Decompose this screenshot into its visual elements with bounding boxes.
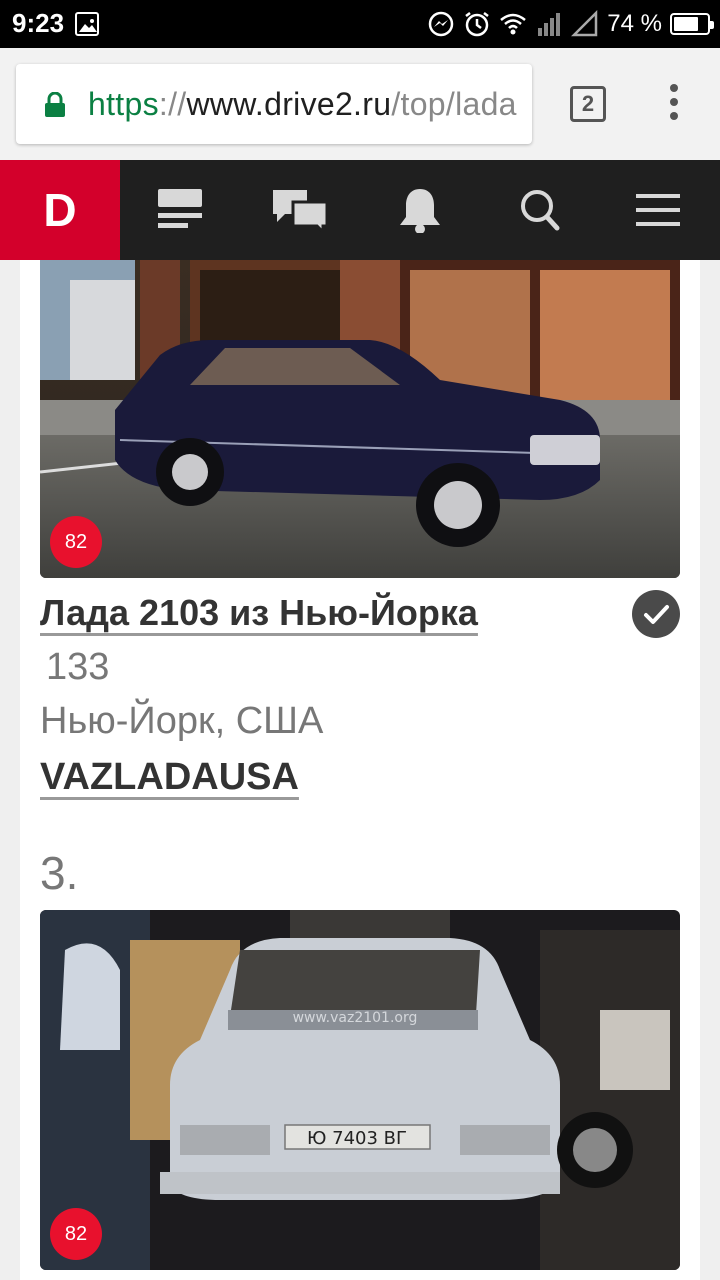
status-time: 9:23	[12, 8, 65, 38]
site-nav: D	[0, 160, 720, 260]
no-signal-icon	[571, 10, 598, 37]
windshield-text: www.vaz2101.org	[293, 1010, 418, 1026]
search-icon[interactable]	[510, 182, 570, 238]
url-text: https://www.drive2.ru/top/lada	[88, 86, 517, 123]
rating-badge: 82	[50, 1208, 102, 1260]
car-photo[interactable]: Ю 7403 ВГ www.vaz2101.org 82	[40, 910, 680, 1270]
rank-number: 3.	[40, 847, 79, 899]
hamburger-icon[interactable]	[628, 182, 688, 238]
verified-check-icon	[632, 590, 680, 638]
wifi-icon	[500, 13, 527, 35]
url-scheme: https	[88, 86, 159, 122]
status-bar: 9:23 74 %	[0, 0, 720, 48]
lock-icon	[45, 92, 65, 117]
overflow-menu-icon[interactable]	[664, 84, 684, 124]
bell-icon[interactable]	[390, 182, 450, 238]
battery-percent: 74 %	[607, 10, 662, 37]
license-plate: Ю 7403 ВГ	[307, 1128, 407, 1149]
author-link[interactable]: VAZLADAUSA	[40, 756, 299, 799]
url-bar[interactable]: https://www.drive2.ru/top/lada	[16, 64, 532, 144]
url-host: www.drive2.ru	[186, 86, 392, 122]
tab-switcher-button[interactable]: 2	[570, 86, 606, 122]
likes-count: 133	[46, 646, 110, 688]
gallery-icon	[75, 12, 99, 36]
url-separator: ://	[158, 86, 187, 122]
top-list: 82 Лада 2103 из Нью-Йорка 133 Нью-Йорк, …	[20, 260, 700, 1280]
entry-title-link[interactable]: Лада 2103 из Нью-Йорка	[40, 592, 478, 634]
alarm-icon	[465, 12, 490, 37]
messenger-icon	[429, 11, 454, 37]
car-photo[interactable]: 82	[40, 260, 680, 578]
battery-fill	[674, 17, 698, 31]
battery-icon	[670, 13, 714, 35]
signal-icon	[538, 13, 561, 36]
chat-icon[interactable]	[270, 182, 330, 238]
browser-toolbar: https://www.drive2.ru/top/lada 2	[0, 48, 720, 160]
feed-icon[interactable]	[150, 182, 210, 238]
rating-badge: 82	[50, 516, 102, 568]
site-logo[interactable]: D	[0, 160, 120, 260]
url-path: /top/lada	[391, 86, 517, 122]
location-text: Нью-Йорк, США	[40, 700, 324, 742]
